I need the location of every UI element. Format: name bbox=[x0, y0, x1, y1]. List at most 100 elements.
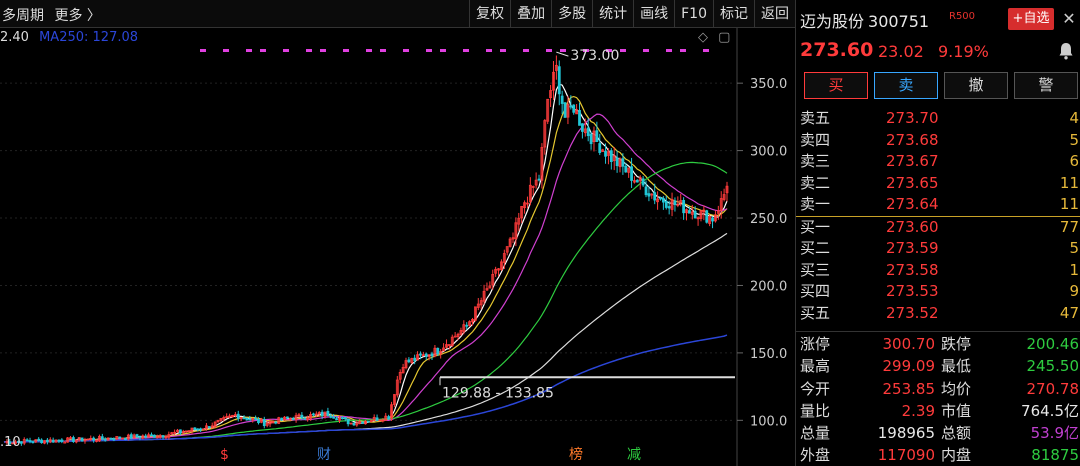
stat-value: 253.85 bbox=[882, 379, 936, 398]
candle-body bbox=[161, 435, 165, 438]
candle-body bbox=[667, 206, 671, 209]
ask-volume: 5 bbox=[1069, 130, 1079, 149]
square-icon[interactable]: ▢ bbox=[718, 30, 730, 45]
candle-body bbox=[557, 66, 561, 95]
high-pointer bbox=[556, 51, 569, 57]
multi-period-button[interactable]: 多周期 bbox=[2, 8, 44, 24]
candle-body bbox=[150, 434, 153, 437]
back-button[interactable]: 返回 bbox=[754, 0, 795, 28]
candle-body bbox=[647, 193, 651, 197]
price-row: 273.60 23.02 9.19% bbox=[796, 36, 1080, 66]
candle-body bbox=[286, 416, 289, 419]
candle-body bbox=[72, 437, 75, 442]
stat-row: 涨停 300.70 跌停 200.46 bbox=[796, 333, 1080, 355]
signal-dot bbox=[620, 49, 626, 52]
stat-label: 今开 bbox=[800, 379, 831, 398]
moving-average-lines bbox=[3, 83, 728, 444]
signal-dot bbox=[680, 49, 686, 52]
stat-value: 270.78 bbox=[1026, 379, 1080, 398]
candle-body bbox=[560, 95, 564, 104]
stat-row: 最高 299.09 最低 245.50 bbox=[796, 355, 1080, 377]
mark-button[interactable]: 标记 bbox=[713, 0, 754, 28]
ask-price: 273.67 bbox=[886, 152, 939, 170]
ask-row: 卖一 273.64 11 bbox=[796, 194, 1080, 216]
candle-body bbox=[352, 422, 356, 426]
f10-button[interactable]: F10 bbox=[674, 0, 713, 28]
stock-header: 迈为股份 300751 R500 +自选 ✕ bbox=[796, 0, 1080, 36]
signal-dot bbox=[500, 49, 506, 52]
ma250-value: MA250: 127.08 bbox=[39, 30, 139, 45]
signal-dot bbox=[546, 49, 552, 52]
ask-row: 卖三 273.67 6 bbox=[796, 151, 1080, 173]
bid-label: 买三 bbox=[800, 260, 831, 279]
candle-body bbox=[92, 437, 96, 441]
close-icon[interactable]: ✕ bbox=[1060, 8, 1078, 30]
bid-label: 买一 bbox=[800, 217, 831, 236]
ask-label: 卖二 bbox=[800, 173, 831, 192]
ask-price: 273.65 bbox=[886, 173, 939, 192]
candle-body bbox=[329, 415, 333, 418]
bid-row: 买一 273.60 77 bbox=[796, 217, 1080, 239]
signal-dot bbox=[426, 49, 432, 52]
bell-icon[interactable] bbox=[1058, 42, 1074, 60]
bid-label: 买二 bbox=[800, 239, 831, 257]
event-markers: $ 财 榜 减 bbox=[220, 446, 641, 463]
candle-body bbox=[659, 197, 662, 200]
candle-body bbox=[366, 420, 370, 423]
period-selector[interactable]: 多周期 更多 〉 bbox=[2, 5, 107, 25]
candle-body bbox=[711, 217, 714, 222]
candle-body bbox=[40, 439, 43, 444]
candle-body bbox=[641, 178, 645, 186]
candle-body bbox=[332, 416, 336, 419]
stock-code: 300751 bbox=[868, 12, 930, 31]
trade-buttons: 买 卖 撤 警 bbox=[796, 72, 1080, 100]
event-marker: $ bbox=[220, 447, 229, 463]
candle-body bbox=[100, 436, 104, 440]
bid-volume: 9 bbox=[1069, 282, 1079, 300]
candle-body bbox=[664, 200, 668, 208]
candle-body bbox=[624, 165, 628, 173]
candle-body bbox=[609, 150, 613, 162]
stat-label: 最高 bbox=[800, 357, 831, 376]
candle-body bbox=[346, 418, 350, 425]
signal-dot bbox=[223, 49, 229, 52]
stat-label: 均价 bbox=[941, 379, 972, 398]
kline-chart[interactable]: 100.0 150.0 200.0 250.0 300.0 350.0 373.00 129… bbox=[0, 0, 795, 466]
candle-body bbox=[179, 429, 182, 434]
alert-button[interactable]: 警 bbox=[1014, 72, 1078, 99]
ask-label: 卖五 bbox=[800, 109, 831, 127]
tool-buttons: 复权 叠加 多股 统计 画线 F10 标记 返回 bbox=[469, 0, 795, 28]
candle-body bbox=[413, 357, 417, 361]
r-badge: R500 bbox=[949, 11, 976, 22]
diamond-icon[interactable]: ◇ bbox=[698, 30, 708, 45]
bid-price: 273.60 bbox=[886, 217, 939, 236]
signal-dot bbox=[380, 49, 386, 52]
candle-body bbox=[465, 324, 469, 327]
draw-line-button[interactable]: 画线 bbox=[633, 0, 674, 28]
y-tick-label: 250.0 bbox=[750, 212, 787, 227]
statistics-button[interactable]: 统计 bbox=[592, 0, 633, 28]
candle-body bbox=[274, 421, 278, 424]
bid-row: 买四 273.53 9 bbox=[796, 281, 1080, 303]
stat-row: 量比 2.39 市值 764.5亿 bbox=[796, 400, 1080, 422]
add-watchlist-button[interactable]: +自选 bbox=[1008, 8, 1054, 30]
signal-dot bbox=[246, 49, 252, 52]
event-marker: 减 bbox=[627, 447, 641, 463]
stat-row: 总量 198965 总额 53.9亿 bbox=[796, 422, 1080, 444]
candle-body bbox=[589, 133, 593, 145]
multi-stock-button[interactable]: 多股 bbox=[551, 0, 592, 28]
candle-body bbox=[569, 105, 573, 108]
signal-dot bbox=[440, 49, 446, 52]
y-axis: 100.0 150.0 200.0 250.0 300.0 350.0 bbox=[736, 28, 787, 466]
event-marker: 财 bbox=[317, 447, 331, 463]
sell-button[interactable]: 卖 bbox=[874, 72, 938, 99]
more-button[interactable]: 更多 〉 bbox=[54, 8, 100, 24]
ma20-line bbox=[3, 113, 728, 444]
cancel-order-button[interactable]: 撤 bbox=[944, 72, 1008, 99]
overlay-button[interactable]: 叠加 bbox=[510, 0, 551, 28]
adjust-button[interactable]: 复权 bbox=[469, 0, 510, 28]
quote-stats: 涨停 300.70 跌停 200.46 最高 299.09 最低 245.50 今开 253.85… bbox=[796, 331, 1080, 466]
signal-dot bbox=[523, 49, 529, 52]
candle-body bbox=[604, 150, 607, 157]
buy-button[interactable]: 买 bbox=[804, 72, 868, 99]
